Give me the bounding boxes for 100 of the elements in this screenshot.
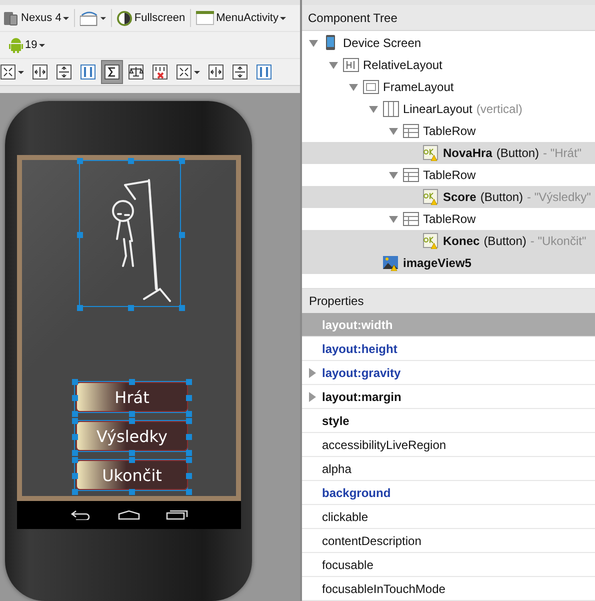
fit-icon: [176, 64, 192, 80]
node-note: (vertical): [476, 102, 522, 116]
resize-handle[interactable]: [72, 395, 78, 401]
linear-layout-icon: [383, 101, 399, 117]
fullscreen-button[interactable]: Fullscreen: [116, 8, 186, 28]
caret-icon: [63, 16, 70, 20]
tree-item[interactable]: TableRow: [302, 120, 595, 142]
tree-item[interactable]: imageView5: [302, 252, 595, 274]
node-type: (Button): [480, 190, 524, 204]
resize-handle[interactable]: [77, 232, 83, 238]
resize-handle[interactable]: [128, 158, 134, 164]
resize-handle[interactable]: [179, 232, 185, 238]
node-text: - "Výsledky": [527, 190, 591, 204]
resize-handle[interactable]: [186, 473, 192, 479]
property-name: layout:gravity: [322, 366, 401, 380]
property-row[interactable]: alpha: [302, 457, 595, 481]
resize-handle[interactable]: [179, 158, 185, 164]
property-row[interactable]: contentDescription: [302, 529, 595, 553]
resize-handle[interactable]: [186, 395, 192, 401]
resize-handle[interactable]: [77, 305, 83, 311]
resize-handle[interactable]: [128, 305, 134, 311]
property-name: contentDescription: [322, 534, 422, 548]
menu-button[interactable]: Ukončit: [76, 460, 188, 490]
expand-arrow-icon[interactable]: [308, 38, 319, 48]
panel-header: Component Tree: [302, 0, 595, 31]
api-level-dropdown[interactable]: 19: [8, 35, 46, 55]
button-warning-icon: [423, 189, 439, 205]
node-name: TableRow: [423, 124, 476, 138]
resize-handle[interactable]: [72, 379, 78, 385]
tree-item[interactable]: LinearLayout (vertical): [302, 98, 595, 120]
menu-button[interactable]: Výsledky: [76, 421, 188, 451]
columns-icon: [256, 64, 272, 80]
expand-arrow-icon[interactable]: [388, 170, 399, 180]
property-name: layout:margin: [322, 390, 402, 404]
fit-icon: [0, 64, 16, 80]
home-icon[interactable]: [118, 510, 140, 520]
expand-arrow-icon[interactable]: [388, 126, 399, 136]
resize-handle[interactable]: [179, 305, 185, 311]
property-row[interactable]: layout:margin: [302, 385, 595, 409]
resize-handle[interactable]: [72, 489, 78, 495]
node-name: LinearLayout: [403, 102, 472, 116]
spread-v-icon: [56, 64, 72, 80]
property-name: clickable: [322, 510, 368, 524]
spread-h-icon: [208, 64, 224, 80]
tree-item[interactable]: Konec (Button) - "Ukončit": [302, 230, 595, 252]
property-name: layout:height: [322, 342, 398, 356]
property-row[interactable]: style: [302, 409, 595, 433]
spread-v-icon: [232, 64, 248, 80]
caret-icon: [280, 16, 286, 20]
tree-item[interactable]: FrameLayout: [302, 76, 595, 98]
caret-icon: [194, 70, 200, 74]
property-row[interactable]: clickable: [302, 505, 595, 529]
resize-handle[interactable]: [129, 379, 135, 385]
property-row[interactable]: focusable: [302, 553, 595, 577]
caret-icon: [39, 44, 46, 46]
resize-handle[interactable]: [72, 473, 78, 479]
property-row[interactable]: background: [302, 481, 595, 505]
resize-handle[interactable]: [77, 158, 83, 164]
android-icon: [9, 37, 23, 53]
back-icon[interactable]: [70, 510, 92, 520]
tree-item[interactable]: TableRow: [302, 208, 595, 230]
window-icon: [196, 11, 214, 25]
resize-handle[interactable]: [129, 489, 135, 495]
remove-icon: [152, 64, 168, 80]
activity-dropdown[interactable]: MenuActivity: [195, 9, 288, 27]
menu-button[interactable]: Hrát: [76, 382, 188, 412]
tree-item[interactable]: Device Screen: [302, 32, 595, 54]
property-name: layout:width: [322, 318, 393, 332]
expand-arrow-icon[interactable]: [308, 392, 317, 402]
button-warning-icon: [423, 145, 439, 161]
node-name: imageView5: [403, 256, 472, 270]
recents-icon[interactable]: [166, 510, 188, 520]
device-dropdown[interactable]: Nexus 4: [2, 8, 70, 28]
resize-handle[interactable]: [186, 379, 192, 385]
property-name: alpha: [322, 462, 352, 476]
property-name: focusableInTouchMode: [322, 582, 446, 596]
layout-tool-button[interactable]: [101, 60, 123, 84]
expand-arrow-icon[interactable]: [388, 214, 399, 224]
property-row[interactable]: layout:height: [302, 337, 595, 361]
property-row[interactable]: focusableInTouchMode: [302, 577, 595, 601]
node-type: (Button): [496, 146, 540, 160]
tree-item[interactable]: RelativeLayout: [302, 54, 595, 76]
frame-layout-icon: [363, 79, 379, 95]
expand-arrow-icon[interactable]: [368, 104, 379, 114]
expand-arrow-icon[interactable]: [308, 368, 317, 378]
panel-header: Properties: [302, 288, 595, 313]
resize-handle[interactable]: [186, 434, 192, 440]
node-name: RelativeLayout: [363, 58, 442, 72]
tree-item[interactable]: TableRow: [302, 164, 595, 186]
expand-arrow-icon[interactable]: [328, 60, 339, 70]
expand-arrow-icon[interactable]: [348, 82, 359, 92]
property-row[interactable]: accessibilityLiveRegion: [302, 433, 595, 457]
resize-handle[interactable]: [186, 489, 192, 495]
tree-item[interactable]: Score (Button) - "Výsledky": [302, 186, 595, 208]
rotate-screen-icon: [80, 9, 106, 27]
resize-handle[interactable]: [72, 434, 78, 440]
tree-item[interactable]: NovaHra (Button) - "Hrát": [302, 142, 595, 164]
relative-layout-icon: [343, 57, 359, 73]
property-row[interactable]: layout:gravity: [302, 361, 595, 385]
node-name: FrameLayout: [383, 80, 454, 94]
